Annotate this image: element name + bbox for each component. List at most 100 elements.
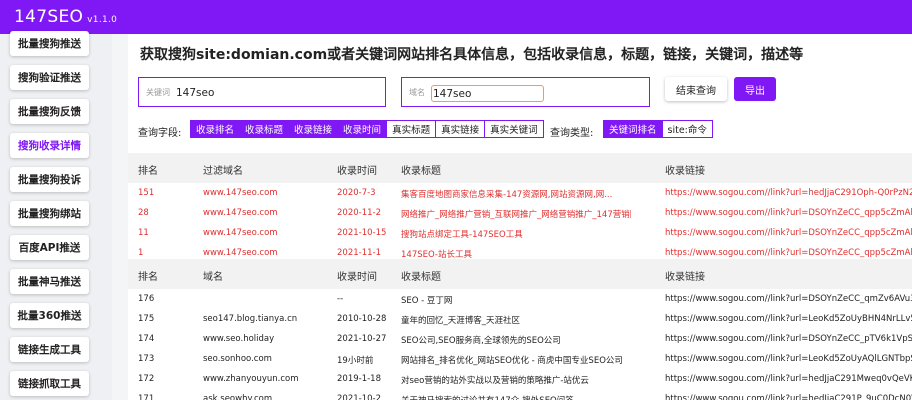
cell-index-time: -- [337, 294, 344, 304]
query-type-chip[interactable]: 关键词排名 [604, 121, 662, 137]
table-row[interactable]: 171 ask.seowhy.com 2021-10-2 关于神马搜索的过论并有147… [128, 389, 912, 400]
cell-index-link[interactable]: https://www.sogou.com//link?url=DSOYnZeC… [665, 208, 912, 218]
cell-domain: seo.sonhoo.com [203, 354, 272, 364]
query-field-chip[interactable]: 收录排名 [191, 121, 240, 137]
query-field-chip[interactable]: 收录链接 [288, 121, 338, 137]
col-header-index-link[interactable]: 收录链接 [665, 268, 912, 283]
cell-index-title: 网站排名_排名优化_网站SEO优化 - 商虎中国专业SEO公司 [401, 356, 623, 366]
table-body: 176 -- SEO - 豆丁网 https://www.sogou.com//lin… [128, 289, 912, 400]
sidebar-item[interactable]: 批量搜狗绑站 [10, 201, 89, 226]
table-row[interactable]: 173 seo.sonhoo.com 19小时前 网站排名_排名优化_网站SEO优化 … [128, 349, 912, 369]
cell-index-link[interactable]: https://www.sogou.com//link?url=hedJjaC2… [665, 188, 912, 198]
page-title: 获取搜狗site:domian.com或者关键词网站排名具体信息，包括收录信息，… [140, 47, 804, 63]
app-name: 147SEO [14, 7, 84, 27]
table-row[interactable]: 176 -- SEO - 豆丁网 https://www.sogou.com//lin… [128, 289, 912, 309]
table-row[interactable]: 151 www.147seo.com 2020-7-3 集客百度地图商家信息采集-14… [128, 183, 912, 203]
cell-index-link[interactable]: https://www.sogou.com//link?url=DSOYnZeC… [665, 228, 912, 238]
cell-rank: 1 [138, 248, 144, 258]
query-type-chip[interactable]: site:命令 [661, 121, 712, 137]
cell-index-title: SEO - 豆丁网 [401, 296, 453, 306]
cell-index-time: 2020-11-2 [337, 208, 381, 218]
cell-domain: www.147seo.com [203, 188, 278, 198]
table-body: 151 www.147seo.com 2020-7-3 集客百度地图商家信息采集-14… [128, 183, 912, 259]
sidebar-item[interactable]: 批量360推送 [10, 303, 89, 328]
sidebar-item[interactable]: 批量搜狗反馈 [10, 99, 89, 124]
cell-index-title: 网络推广_网络推广营销_互联网推广_网络营销推广_147营销网 [401, 210, 631, 220]
cell-rank: 173 [138, 354, 155, 364]
sidebar-item[interactable]: 链接生成工具 [10, 337, 89, 362]
stop-query-button[interactable]: 结束查询 [665, 77, 727, 101]
keyword-field-label: 关键词 [146, 88, 170, 97]
cell-domain: www.seo.holiday [203, 334, 275, 344]
cell-index-time: 2020-7-3 [337, 188, 376, 198]
keyword-input[interactable] [176, 85, 376, 100]
table-row[interactable]: 172 www.zhanyouyun.com 2019-1-18 对seo营销的站外实… [128, 369, 912, 389]
cell-index-time: 2021-10-2 [337, 394, 381, 400]
sidebar: 批量搜狗推送 搜狗验证推送 批量搜狗反馈 搜狗收录详情 批量搜狗投诉 批量搜狗绑站 百度AP… [0, 31, 112, 400]
table-row[interactable]: 28 www.147seo.com 2020-11-2 网络推广_网络推广营销_互联网… [128, 203, 912, 223]
cell-index-time: 2021-10-27 [337, 334, 387, 344]
cell-index-time: 2021-11-1 [337, 248, 381, 258]
cell-rank: 28 [138, 208, 149, 218]
col-header-index-title[interactable]: 收录标题 [401, 268, 631, 283]
cell-index-title: 对seo营销的站外实战以及营销的策略推广-站优云 [401, 376, 589, 386]
sidebar-item[interactable]: 搜狗收录详情 [10, 133, 89, 158]
col-header-index-time[interactable]: 收录时间 [337, 268, 377, 283]
query-fields-label: 查询字段: [138, 128, 182, 139]
cell-index-link[interactable]: https://www.sogou.com//link?url=DSOYnZeC… [665, 334, 912, 344]
sidebar-item[interactable]: 批量神马推送 [10, 269, 89, 294]
col-header-index-time[interactable]: 收录时间 [337, 162, 377, 177]
sidebar-item[interactable]: 百度API推送 [10, 235, 89, 260]
cell-rank: 174 [138, 334, 155, 344]
sidebar-item[interactable]: 批量搜狗投诉 [10, 167, 89, 192]
query-field-chip[interactable]: 真实链接 [435, 121, 484, 137]
cell-index-time: 2021-10-15 [337, 228, 387, 238]
cell-domain: seo147.blog.tianya.cn [203, 314, 298, 324]
cell-index-title: 147SEO-站长工具 [401, 250, 472, 259]
cell-index-title: 童年的回忆_天涯博客_天涯社区 [401, 316, 521, 326]
domain-field: 域名 [401, 77, 650, 107]
cell-index-time: 2010-10-28 [337, 314, 387, 324]
table-row[interactable]: 11 www.147seo.com 2021-10-15 搜狗站点绑定工具-147SE… [128, 223, 912, 243]
cell-index-link[interactable]: https://www.sogou.com//link?url=LeoKd5Zo… [665, 354, 912, 364]
cell-index-title: 搜狗站点绑定工具-147SEO工具 [401, 230, 523, 240]
cell-index-link[interactable]: https://www.sogou.com//link?url=DSOYnZeC… [665, 294, 912, 304]
cell-domain: www.147seo.com [203, 228, 278, 238]
app-version: v1.1.0 [87, 15, 118, 25]
sidebar-item[interactable]: 批量搜狗推送 [10, 31, 89, 56]
cell-index-link[interactable]: https://www.sogou.com//link?url=LeoKd5Zo… [665, 314, 912, 324]
col-header-rank[interactable]: 排名 [138, 268, 158, 283]
sidebar-item[interactable]: 链接抓取工具 [10, 371, 89, 396]
cell-index-link[interactable]: https://www.sogou.com//link?url=DSOYnZeC… [665, 248, 912, 258]
col-header-index-title[interactable]: 收录标题 [401, 162, 631, 177]
col-header-domain[interactable]: 域名 [203, 268, 223, 283]
sidebar-item[interactable]: 搜狗验证推送 [10, 65, 89, 90]
table-row[interactable]: 174 www.seo.holiday 2021-10-27 SEO公司,SEO服务商… [128, 329, 912, 349]
query-field-chip[interactable]: 收录标题 [239, 121, 289, 137]
keyword-field: 关键词 [138, 77, 386, 107]
cell-rank: 172 [138, 374, 155, 384]
app-title: 147SEO v1.1.0 [14, 7, 117, 27]
cell-domain: ask.seowhy.com [203, 394, 273, 400]
cell-rank: 171 [138, 394, 155, 400]
domain-field-label: 域名 [409, 88, 425, 97]
domain-input[interactable] [431, 85, 544, 102]
table-row[interactable]: 175 seo147.blog.tianya.cn 2010-10-28 童年的回忆_… [128, 309, 912, 329]
cell-index-link[interactable]: https://www.sogou.com//link?url=hedJjaC2… [665, 394, 912, 400]
table-row[interactable]: 1 www.147seo.com 2021-11-1 147SEO-站长工具 https… [128, 243, 912, 259]
cell-rank: 176 [138, 294, 155, 304]
query-field-chip[interactable]: 真实关键词 [484, 121, 543, 137]
main-panel: 获取搜狗site:domian.com或者关键词网站排名具体信息，包括收录信息，… [128, 34, 912, 400]
query-field-chip[interactable]: 收录时间 [337, 121, 387, 137]
cell-index-title: 集客百度地图商家信息采集-147资源网,网站资源网,网... [401, 190, 613, 200]
col-header-rank[interactable]: 排名 [138, 162, 158, 177]
cell-index-link[interactable]: https://www.sogou.com//link?url=hedJjaC2… [665, 374, 912, 384]
cell-index-time: 2019-1-18 [337, 374, 381, 384]
export-button[interactable]: 导出 [734, 77, 776, 101]
cell-index-title: 关于神马搜索的过论并有147介-搜外SEO问答 [401, 394, 631, 400]
col-header-filter-domain[interactable]: 过滤域名 [203, 162, 243, 177]
results-table-all: 排名 域名 收录时间 收录标题 收录链接 176 -- SEO - 豆丁网 https… [128, 259, 912, 400]
col-header-index-link[interactable]: 收录链接 [665, 162, 912, 177]
query-field-chip[interactable]: 真实标题 [386, 121, 435, 137]
cell-index-time: 19小时前 [337, 356, 374, 366]
